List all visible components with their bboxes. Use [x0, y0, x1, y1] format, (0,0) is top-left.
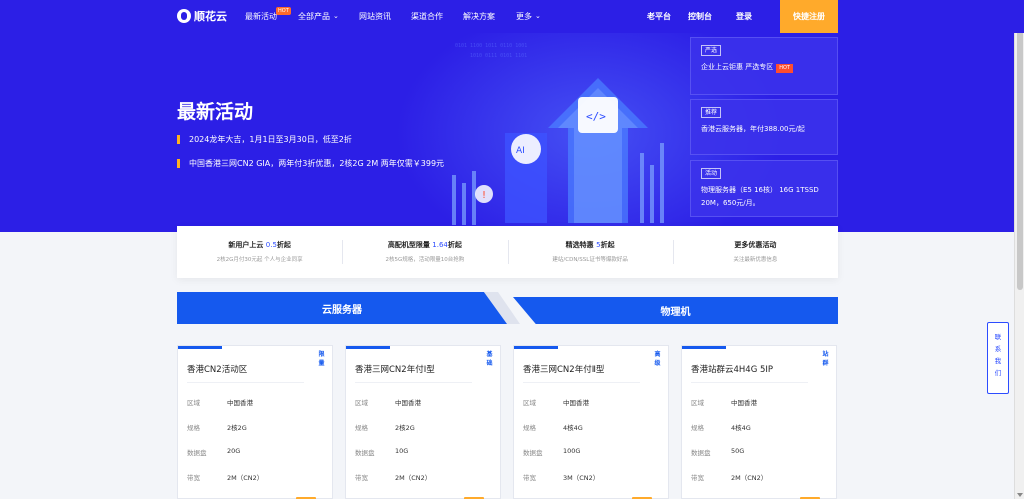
feature-subtitle: 建站/CDN/SSL证书等爆款好品 [552, 257, 628, 263]
hero-line-1-text: 2024龙年大吉，1月1日至3月30日，低至2折 [189, 135, 352, 144]
feature-new-user[interactable]: 新用户上云 0.5折起 2核2G月付30元起 个人与企业同享 [177, 226, 342, 278]
logo-icon [177, 9, 191, 23]
card-accent [514, 346, 558, 349]
hero-line-1: 2024龙年大吉，1月1日至3月30日，低至2折 [177, 134, 352, 145]
promo-tag: 活动 [701, 168, 722, 179]
hero-line-2: 中国香港三网CN2 GIA，两年付3折优惠，2核2G 2M 两年仅需￥399元 [177, 158, 444, 169]
spec-row-spec: 规格 2核2G [187, 424, 247, 432]
spec-row-bandwidth: 带宽 2M（CN2） [691, 474, 768, 482]
nav-all-products-label: 全部产品 [298, 12, 330, 21]
login-link[interactable]: 登录 [736, 11, 752, 22]
feature-subtitle: 2核2G月付30元起 个人与企业同享 [216, 257, 303, 263]
spec-row-spec: 规格 4核4G [523, 424, 583, 432]
logo-text: 顺花云 [194, 10, 227, 23]
spec-row-bandwidth: 带宽 2M（CN2） [187, 474, 264, 482]
promo-text: 香港云服务器，年付388.00元/起 [701, 125, 805, 133]
product-title: 香港CN2活动区 [187, 365, 248, 375]
feature-subtitle: 2核5G规格，活动限量10台抢购 [385, 257, 465, 263]
tab-physical-machine[interactable]: 物理机 [513, 297, 838, 324]
contact-us-label: 联系我们 [994, 333, 1002, 377]
nav-hot-badge: HOT [276, 7, 291, 15]
divider [355, 382, 472, 383]
tab-cloud-server[interactable]: 云服务器 [177, 292, 507, 324]
divider [523, 382, 640, 383]
promo-card-activity[interactable]: 活动 物理服务器（E5 16核） 16G 1TSSD 20M，650元/月。 [690, 160, 838, 217]
feature-subtitle: 关注最新优惠信息 [733, 257, 778, 263]
spec-row-region: 区域 中国香港 [355, 399, 421, 407]
spec-row-disk: 数据盘 20G [187, 447, 241, 457]
spec-row-region: 区域 中国香港 [691, 399, 757, 407]
bullet-bar [177, 135, 180, 144]
spec-row-region: 区域 中国香港 [187, 399, 253, 407]
promo-card-recommend[interactable]: 推荐 香港云服务器，年付388.00元/起 [690, 99, 838, 155]
product-card[interactable]: 高级 香港三网CN2年付Ⅱ型 区域 中国香港 规格 4核4G 数据盘 100G 带宽 3… [513, 345, 669, 499]
bullet-bar [177, 159, 180, 168]
product-title: 香港三网CN2年付Ⅱ型 [523, 365, 605, 375]
svg-text:!: ! [482, 190, 486, 201]
promo-hot-badge: HOT [776, 64, 793, 73]
page-scrollbar[interactable] [1014, 0, 1024, 499]
nav-more[interactable]: 更多 ⌄ [516, 11, 541, 22]
svg-text:AI: AI [516, 146, 525, 156]
product-card[interactable]: 站群 香港站群云4H4G 5IP 区域 中国香港 规格 4核4G 数据盘 50G 带宽… [681, 345, 837, 499]
nav-solutions[interactable]: 解决方案 [463, 11, 495, 22]
feature-high-spec[interactable]: 高配机型限量 1.64折起 2核5G规格，活动限量10台抢购 [342, 226, 507, 278]
promo-tag: 严选 [701, 45, 722, 56]
hero-illustration: 0101 1100 1011 0110 1001 1010 0111 0101 … [452, 43, 664, 225]
feature-selected-deals[interactable]: 精选特惠 5折起 建站/CDN/SSL证书等爆款好品 [507, 226, 673, 278]
promo-tag: 推荐 [701, 107, 722, 118]
scroll-down-icon[interactable] [1017, 493, 1023, 497]
product-tag: 高级 [654, 351, 661, 367]
feature-strip: 新用户上云 0.5折起 2核2G月付30元起 个人与企业同享 高配机型限量 1.… [177, 226, 838, 278]
product-tag: 站群 [822, 351, 829, 367]
svg-text:1010 0111 0101 1101: 1010 0111 0101 1101 [470, 53, 527, 59]
quick-register-button[interactable]: 快捷注册 [780, 0, 838, 33]
svg-text:0101 1100 1011 0110 1001: 0101 1100 1011 0110 1001 [455, 43, 527, 49]
card-accent [178, 346, 222, 349]
spec-row-disk: 数据盘 50G [691, 447, 745, 457]
product-tag: 基础 [486, 351, 493, 367]
product-tag: 限量 [318, 351, 325, 367]
spec-row-region: 区域 中国香港 [523, 399, 589, 407]
spec-row-disk: 数据盘 10G [355, 447, 409, 457]
spec-row-bandwidth: 带宽 3M（CN2） [523, 474, 600, 482]
promo-text: 企业上云钜惠 严选专区 [701, 63, 774, 71]
chevron-down-icon: ⌄ [333, 12, 339, 20]
nav-news[interactable]: 网站资讯 [359, 11, 391, 22]
top-navigation-bar: 顺花云 最新活动 HOT 全部产品 ⌄ 网站资讯 渠道合作 解决方案 更多 ⌄ 老平… [0, 0, 1024, 33]
promo-text: 物理服务器（E5 16核） 16G 1TSSD 20M，650元/月。 [701, 186, 819, 207]
feature-title: 高配机型限量 1.64折起 [387, 241, 462, 249]
scroll-thumb[interactable] [1017, 10, 1023, 290]
product-title: 香港站群云4H4G 5IP [691, 365, 774, 375]
card-accent [682, 346, 726, 349]
hero-banner: 0101 1100 1011 0110 1001 1010 0111 0101 … [0, 33, 1024, 232]
spec-row-bandwidth: 带宽 2M（CN2） [355, 474, 432, 482]
spec-row-spec: 规格 4核4G [691, 424, 751, 432]
divider [691, 382, 808, 383]
nav-more-label: 更多 [516, 12, 532, 21]
feature-title: 新用户上云 0.5折起 [228, 241, 291, 249]
product-card[interactable]: 限量 香港CN2活动区 区域 中国香港 规格 2核2G 数据盘 20G 带宽 2M（CN… [177, 345, 333, 499]
product-card[interactable]: 基础 香港三网CN2年付Ⅰ型 区域 中国香港 规格 2核2G 数据盘 10G 带宽 2M… [345, 345, 501, 499]
hero-title: 最新活动 [177, 101, 254, 123]
spec-row-disk: 数据盘 100G [523, 447, 581, 457]
card-accent [346, 346, 390, 349]
hero-line-2-text: 中国香港三网CN2 GIA，两年付3折优惠，2核2G 2M 两年仅需￥399元 [189, 159, 445, 168]
promo-card-selected[interactable]: 严选 企业上云钜惠 严选专区 HOT [690, 37, 838, 95]
nav-latest-activities[interactable]: 最新活动 [245, 11, 277, 22]
spec-row-spec: 规格 2核2G [355, 424, 415, 432]
contact-us-float[interactable]: 联系我们 [987, 322, 1009, 394]
console-link[interactable]: 控制台 [688, 11, 712, 22]
divider [187, 382, 304, 383]
product-title: 香港三网CN2年付Ⅰ型 [355, 365, 435, 375]
svg-text:</>: </> [586, 110, 606, 123]
chevron-down-icon: ⌄ [535, 12, 541, 20]
nav-all-products[interactable]: 全部产品 ⌄ [298, 11, 339, 22]
feature-title: 精选特惠 5折起 [565, 241, 615, 249]
feature-more-deals[interactable]: 更多优惠活动 关注最新优惠信息 [672, 226, 838, 278]
site-logo[interactable]: 顺花云 [177, 8, 227, 24]
feature-title: 更多优惠活动 [734, 241, 777, 249]
old-platform-link[interactable]: 老平台 [647, 11, 671, 22]
nav-partners[interactable]: 渠道合作 [411, 11, 443, 22]
